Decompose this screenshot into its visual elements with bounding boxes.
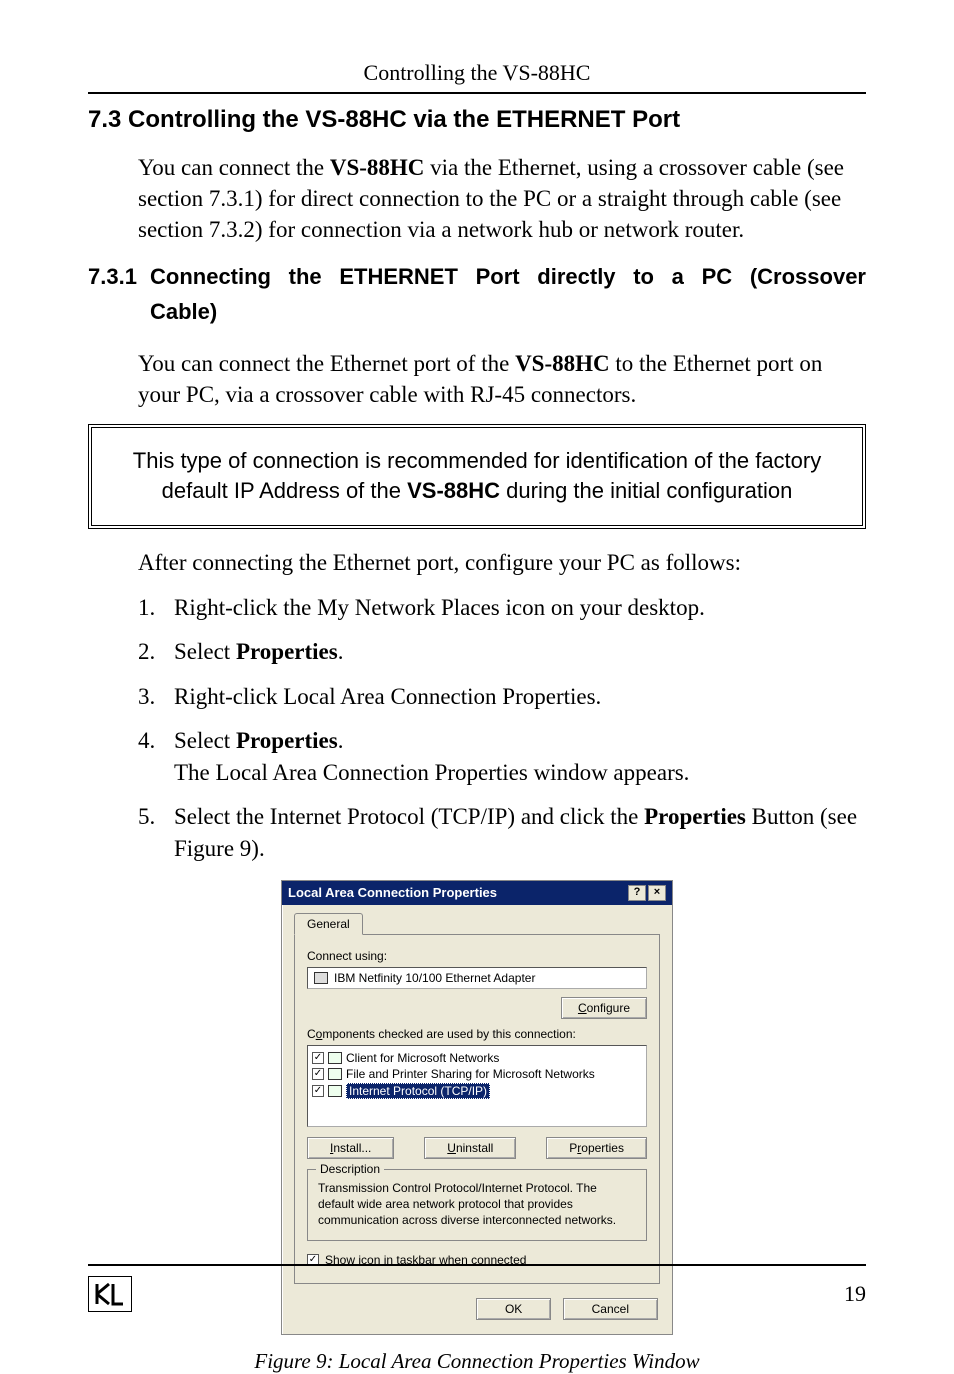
checkbox-icon[interactable]: ✓ xyxy=(312,1052,324,1064)
close-button[interactable]: × xyxy=(648,885,666,901)
running-header: Controlling the VS-88HC xyxy=(88,60,866,86)
adapter-field[interactable]: IBM Netfinity 10/100 Ethernet Adapter xyxy=(307,967,647,989)
kramer-logo xyxy=(88,1276,132,1312)
description-text: Transmission Control Protocol/Internet P… xyxy=(318,1180,636,1229)
section-title: Controlling the VS-88HC via the ETHERNET… xyxy=(128,106,680,133)
list-item-file-printer[interactable]: ✓ File and Printer Sharing for Microsoft… xyxy=(312,1066,642,1082)
step-1: 1. Right-click the My Network Places ico… xyxy=(138,592,866,624)
page-number: 19 xyxy=(844,1281,866,1307)
step-2: 2. Select Properties. xyxy=(138,636,866,668)
logo-icon xyxy=(95,1282,125,1306)
intro-paragraph-2: You can connect the Ethernet port of the… xyxy=(138,348,866,410)
figure-caption: Figure 9: Local Area Connection Properti… xyxy=(88,1349,866,1374)
configure-button[interactable]: Configure xyxy=(561,997,647,1019)
properties-button[interactable]: Properties xyxy=(546,1137,647,1159)
adapter-name: IBM Netfinity 10/100 Ethernet Adapter xyxy=(334,971,535,985)
section-heading-7-3: 7.3 Controlling the VS-88HC via the ETHE… xyxy=(88,106,866,134)
tab-general[interactable]: General xyxy=(294,913,363,935)
dialog-titlebar: Local Area Connection Properties ? × xyxy=(282,881,672,905)
tab-panel-general: Connect using: IBM Netfinity 10/100 Ethe… xyxy=(294,934,660,1285)
dialog-title: Local Area Connection Properties xyxy=(288,885,497,900)
uninstall-button[interactable]: Uninstall xyxy=(424,1137,516,1159)
subsection-heading-7-3-1: 7.3.1Connecting the ETHERNET Port direct… xyxy=(88,259,866,329)
subsection-title-line-2: Cable) xyxy=(150,294,866,329)
step-4: 4. Select Properties. The Local Area Con… xyxy=(138,725,866,789)
components-label: Components checked are used by this conn… xyxy=(307,1027,647,1041)
list-item-client[interactable]: ✓ Client for Microsoft Networks xyxy=(312,1050,642,1066)
subsection-number: 7.3.1 xyxy=(88,259,150,294)
step-5: 5. Select the Internet Protocol (TCP/IP)… xyxy=(138,801,866,865)
tcpip-selected: Internet Protocol (TCP/IP) xyxy=(346,1083,490,1099)
description-label: Description xyxy=(316,1162,384,1176)
client-icon xyxy=(328,1052,342,1064)
checkbox-icon[interactable]: ✓ xyxy=(312,1085,324,1097)
checkbox-icon[interactable]: ✓ xyxy=(312,1068,324,1080)
nic-icon xyxy=(314,972,328,984)
page-footer: 19 xyxy=(88,1264,866,1312)
steps-list: 1. Right-click the My Network Places ico… xyxy=(138,592,866,865)
share-icon xyxy=(328,1068,342,1080)
callout-box: This type of connection is recommended f… xyxy=(88,424,866,530)
footer-rule xyxy=(88,1264,866,1266)
section-number: 7.3 xyxy=(88,106,121,133)
description-group: Description Transmission Control Protoco… xyxy=(307,1169,647,1242)
components-listbox[interactable]: ✓ Client for Microsoft Networks ✓ File a… xyxy=(307,1045,647,1127)
protocol-icon xyxy=(328,1085,342,1097)
help-button[interactable]: ? xyxy=(628,885,646,901)
intro-paragraph-3: After connecting the Ethernet port, conf… xyxy=(138,547,866,578)
install-button[interactable]: Install... xyxy=(307,1137,394,1159)
subsection-title-line-1: Connecting the ETHERNET Port directly to… xyxy=(150,259,866,294)
list-item-tcpip[interactable]: ✓ Internet Protocol (TCP/IP) xyxy=(312,1082,642,1100)
connect-using-label: Connect using: xyxy=(307,949,647,963)
step-3: 3. Right-click Local Area Connection Pro… xyxy=(138,681,866,713)
intro-paragraph-1: You can connect the VS-88HC via the Ethe… xyxy=(138,152,866,245)
header-rule xyxy=(88,92,866,94)
